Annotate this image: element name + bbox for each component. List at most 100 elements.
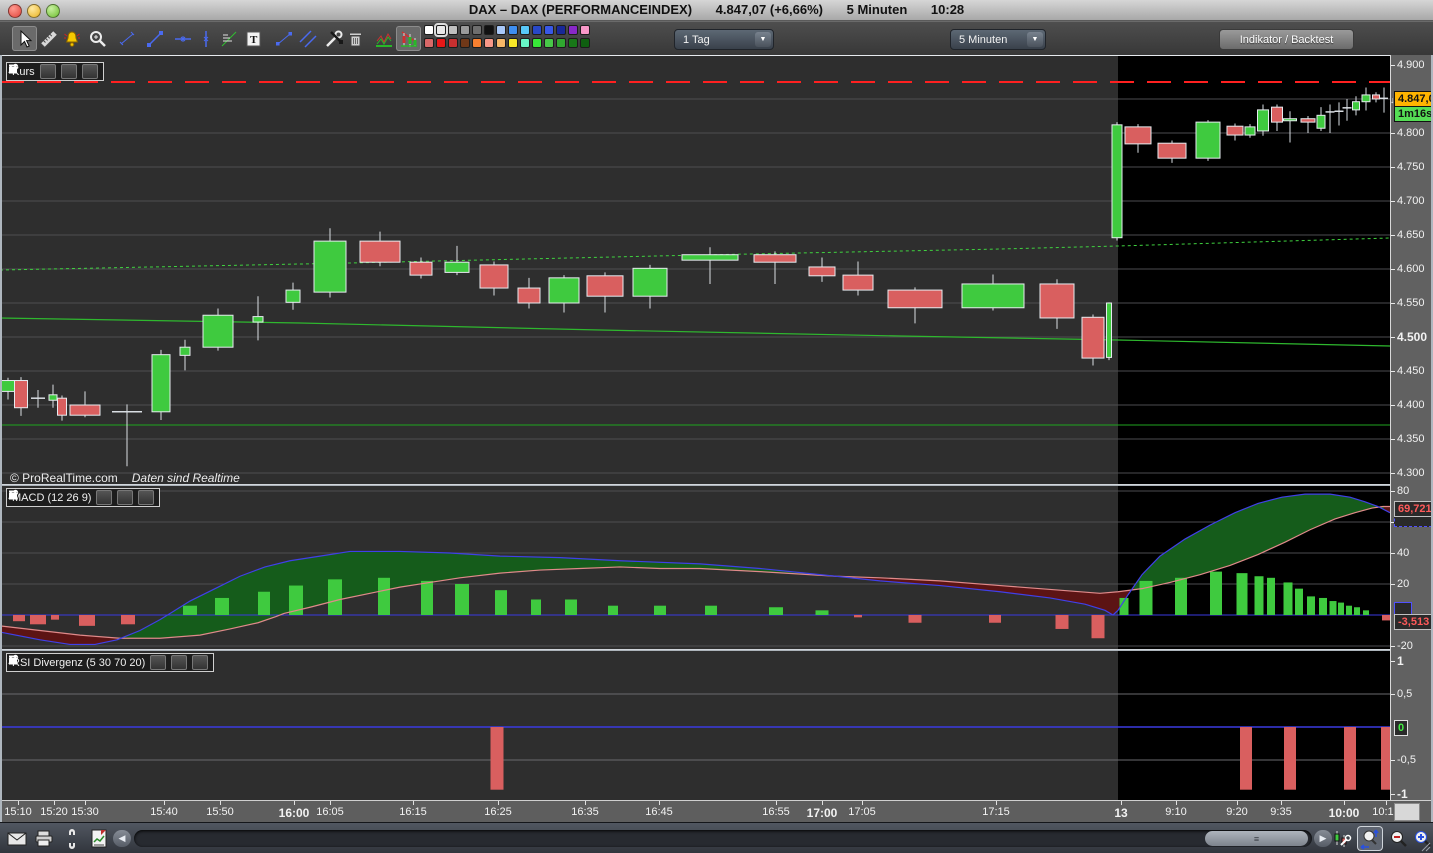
kurs-chart-canvas[interactable] bbox=[0, 56, 1390, 484]
color-swatch[interactable] bbox=[580, 25, 590, 35]
color-swatch[interactable] bbox=[532, 38, 542, 48]
color-swatch[interactable] bbox=[472, 38, 482, 48]
toolbar-chart-divider bbox=[0, 55, 1433, 56]
time-tick bbox=[1344, 801, 1345, 805]
parallel-lines-tool[interactable] bbox=[295, 26, 320, 51]
window-titlebar[interactable]: DAX – DAX (PERFORMANCEINDEX) 4.847,07 (+… bbox=[0, 0, 1433, 21]
panel-divider[interactable] bbox=[0, 484, 1390, 486]
color-swatch[interactable] bbox=[424, 25, 434, 35]
color-swatch[interactable] bbox=[496, 38, 506, 48]
alarm-tool[interactable] bbox=[59, 26, 84, 51]
scrollbar-thumb[interactable]: ≡ bbox=[1205, 831, 1308, 846]
color-swatch[interactable] bbox=[472, 25, 482, 35]
close-icon[interactable] bbox=[192, 655, 208, 670]
wrench-icon[interactable] bbox=[150, 655, 166, 670]
color-swatch[interactable] bbox=[556, 38, 566, 48]
color-swatch[interactable] bbox=[580, 38, 590, 48]
text-tool[interactable]: T bbox=[241, 26, 266, 51]
trendline-tool[interactable] bbox=[142, 26, 167, 51]
color-swatch[interactable] bbox=[484, 25, 494, 35]
zoom-out-icon[interactable] bbox=[1387, 827, 1411, 850]
delete-tool[interactable] bbox=[342, 26, 367, 51]
chart-scrollbar[interactable]: ≡ bbox=[134, 830, 1312, 847]
color-swatch[interactable] bbox=[556, 25, 566, 35]
ruler-tool[interactable] bbox=[36, 26, 61, 51]
zoom-tool[interactable] bbox=[85, 26, 110, 51]
horizontal-line-tool[interactable] bbox=[170, 26, 195, 51]
mail-icon[interactable] bbox=[5, 827, 29, 850]
time-axis[interactable]: 15:1015:2015:3015:4015:5016:0016:0516:15… bbox=[0, 800, 1433, 823]
kurs-panel[interactable]: Kurs © ProRealTime.comDaten sind Realtim… bbox=[0, 56, 1390, 484]
time-label: 17:15 bbox=[982, 806, 1010, 818]
vertical-line-tool[interactable] bbox=[193, 26, 218, 51]
color-swatch[interactable] bbox=[544, 38, 554, 48]
color-swatch[interactable] bbox=[520, 25, 530, 35]
indicator-backtest-button[interactable]: Indikator / Backtest bbox=[1219, 29, 1354, 50]
time-tick bbox=[1237, 801, 1238, 805]
macd-hist-badge: -3,513 bbox=[1394, 614, 1433, 630]
line-chart-mode-icon bbox=[373, 28, 395, 50]
color-swatch[interactable] bbox=[448, 38, 458, 48]
segment-tool[interactable] bbox=[271, 26, 296, 51]
time-label: 16:35 bbox=[571, 806, 599, 818]
color-swatch[interactable] bbox=[520, 38, 530, 48]
color-swatch[interactable] bbox=[448, 25, 458, 35]
value-axis[interactable]: 4.9004.8004.7504.7004.6504.6004.5504.500… bbox=[1390, 55, 1433, 800]
chevron-down-icon[interactable]: ▼ bbox=[1027, 32, 1043, 47]
panel-divider[interactable] bbox=[0, 649, 1390, 651]
link-icon[interactable] bbox=[60, 827, 84, 850]
rsi-panel[interactable]: RSI Divergenz (5 30 70 20) bbox=[0, 651, 1390, 800]
color-swatch[interactable] bbox=[544, 25, 554, 35]
line-chart-mode[interactable] bbox=[371, 26, 396, 51]
color-swatch[interactable] bbox=[568, 38, 578, 48]
candlestick-mode[interactable] bbox=[396, 26, 421, 51]
color-swatch[interactable] bbox=[508, 25, 518, 35]
rsi-zero-badge: 0 bbox=[1394, 720, 1408, 736]
color-swatch[interactable] bbox=[532, 25, 542, 35]
time-tick bbox=[776, 801, 777, 805]
backtest-icon[interactable] bbox=[1330, 827, 1354, 850]
scroll-left-button[interactable]: ◀ bbox=[113, 830, 131, 847]
axis-corner-widget[interactable] bbox=[1394, 803, 1420, 821]
trendline-tool-icon bbox=[144, 28, 166, 50]
point-line-tool[interactable] bbox=[114, 26, 139, 51]
color-swatch[interactable] bbox=[568, 25, 578, 35]
fibonacci-tool[interactable] bbox=[216, 26, 241, 51]
chevron-down-icon[interactable]: ▼ bbox=[755, 32, 771, 47]
window-edge bbox=[0, 55, 2, 822]
color-swatch[interactable] bbox=[436, 25, 446, 35]
vertical-line-tool-icon bbox=[195, 28, 217, 50]
rsi-panel-header[interactable]: RSI Divergenz (5 30 70 20) bbox=[6, 653, 214, 672]
window-icon[interactable] bbox=[61, 64, 77, 79]
macd-panel[interactable]: MACD (12 26 9) bbox=[0, 486, 1390, 649]
interval-dropdown[interactable]: 5 Minuten ▼ bbox=[950, 29, 1046, 50]
color-swatch[interactable] bbox=[496, 25, 506, 35]
color-swatch[interactable] bbox=[436, 38, 446, 48]
close-icon[interactable] bbox=[82, 64, 98, 79]
color-swatch[interactable] bbox=[460, 38, 470, 48]
macd-chart-canvas[interactable] bbox=[0, 486, 1390, 649]
last-price-badge: 4.847,0 bbox=[1394, 91, 1433, 107]
zoom-window-icon[interactable] bbox=[1358, 827, 1382, 850]
window-icon[interactable] bbox=[171, 655, 187, 670]
wrench-icon[interactable] bbox=[40, 64, 56, 79]
history-range-value: 1 Tag bbox=[675, 34, 755, 46]
print-icon[interactable] bbox=[32, 827, 56, 850]
rsi-panel-title: RSI Divergenz (5 30 70 20) bbox=[12, 657, 145, 669]
color-swatch[interactable] bbox=[484, 38, 494, 48]
time-tick bbox=[822, 801, 823, 805]
rsi-chart-canvas[interactable] bbox=[0, 651, 1390, 800]
time-label: 16:55 bbox=[762, 806, 790, 818]
wrench-icon[interactable] bbox=[96, 490, 112, 505]
resize-grip[interactable] bbox=[1421, 842, 1431, 852]
color-swatch[interactable] bbox=[460, 25, 470, 35]
kurs-panel-header[interactable]: Kurs bbox=[6, 62, 104, 81]
color-swatch[interactable] bbox=[508, 38, 518, 48]
report-icon[interactable] bbox=[87, 827, 111, 850]
close-icon[interactable] bbox=[138, 490, 154, 505]
macd-panel-header[interactable]: MACD (12 26 9) bbox=[6, 488, 160, 507]
cursor-tool[interactable] bbox=[12, 26, 37, 51]
history-range-dropdown[interactable]: 1 Tag ▼ bbox=[674, 29, 774, 50]
window-icon[interactable] bbox=[117, 490, 133, 505]
color-swatch[interactable] bbox=[424, 38, 434, 48]
